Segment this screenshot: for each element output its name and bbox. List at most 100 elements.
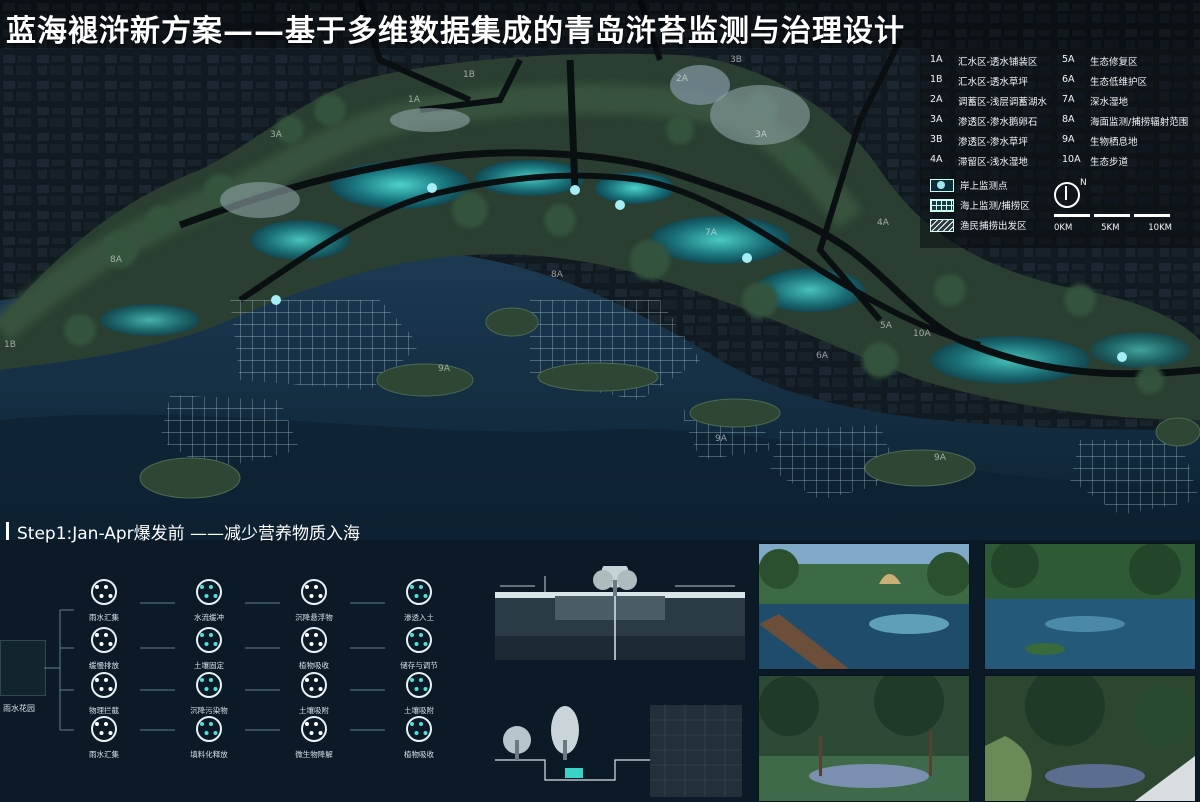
flow-node: 雨水汇集 xyxy=(72,575,136,623)
step-heading-text: Step1:Jan-Apr爆发前 ——减少营养物质入海 xyxy=(17,523,361,544)
legend-symbol-label: 海上监测/捕捞区 xyxy=(960,201,1030,212)
filter-icon xyxy=(91,672,117,698)
map-label-1b-2: 1B xyxy=(4,340,16,350)
map-label-1a: 1A xyxy=(408,95,420,105)
plant-icon xyxy=(406,716,432,742)
infiltration-icon xyxy=(406,579,432,605)
legend-code: 1B xyxy=(930,74,943,85)
flow-node-label: 渗透入土 xyxy=(404,613,434,622)
legend-item: 1B 汇水区-透水草坪 xyxy=(930,74,1058,88)
legend-item: 8A 海面监测/捕捞辐射范围 xyxy=(1062,114,1190,128)
section-drawing-top xyxy=(495,560,745,661)
legend-label: 海面监测/捕捞辐射范围 xyxy=(1090,117,1189,128)
flow-node-label: 沉降悬浮物 xyxy=(295,613,333,622)
scale-tick: 5KM xyxy=(1101,223,1120,233)
sediment-icon xyxy=(196,672,222,698)
legend-code: 3B xyxy=(930,134,943,145)
legend-code: 3A xyxy=(930,114,943,125)
flow-node: 土壤吸附 xyxy=(282,668,346,716)
compass-label: N xyxy=(1080,178,1087,188)
legend-item: 10A 生态步道 xyxy=(1062,154,1190,168)
microbe-icon xyxy=(301,716,327,742)
north-arrow-icon: N xyxy=(1054,178,1087,208)
legend-code: 2A xyxy=(930,94,943,105)
flow-node: 微生物降解 xyxy=(282,712,346,760)
legend-item: 2A 调蓄区-浅层调蓄湖水 xyxy=(930,94,1058,108)
scale-bar: 0KM 5KM 10KM xyxy=(1054,214,1172,233)
legend-item: 7A 深水湿地 xyxy=(1062,94,1190,108)
rain-collect-icon xyxy=(91,716,117,742)
legend-label: 调蓄区-浅层调蓄湖水 xyxy=(958,97,1047,108)
legend-item: 5A 生态修复区 xyxy=(1062,54,1190,68)
legend-label: 汇水区-透水草坪 xyxy=(958,77,1028,88)
legend-label: 生态步道 xyxy=(1090,157,1129,168)
map-label-6a: 6A xyxy=(816,351,828,361)
water-wave-icon xyxy=(196,579,222,605)
legend-label: 渗透区-渗水草坪 xyxy=(958,137,1028,148)
legend-label: 生态低维护区 xyxy=(1090,77,1148,88)
monitor-point-icon xyxy=(930,178,954,192)
flow-node: 缓慢排放 xyxy=(72,623,136,671)
map-label-4a: 4A xyxy=(877,218,889,228)
flow-node: 土壤固定 xyxy=(177,623,241,671)
legend-code: 6A xyxy=(1062,74,1075,85)
legend-symbol-label: 渔民捕捞出发区 xyxy=(960,221,1027,232)
flow-node-label: 水流缓冲 xyxy=(194,613,224,622)
flow-node: 土壤吸附 xyxy=(387,668,451,716)
map-label-3b: 3B xyxy=(730,55,742,65)
flow-node: 植物吸收 xyxy=(387,712,451,760)
recycle-icon xyxy=(196,716,222,742)
map-label-8a-2: 8A xyxy=(110,255,122,265)
map-label-3a-2: 3A xyxy=(755,130,767,140)
legend-item: 9A 生物栖息地 xyxy=(1062,134,1190,148)
flow-node: 填料化释放 xyxy=(177,712,241,760)
scale-tick: 10KM xyxy=(1148,223,1172,233)
flow-node-label: 填料化释放 xyxy=(190,750,228,759)
flow-node-label: 植物吸收 xyxy=(404,750,434,759)
soil-adsorb-icon xyxy=(406,672,432,698)
flow-node: 渗透入土 xyxy=(387,575,451,623)
map-label-3a: 3A xyxy=(270,130,282,140)
soil-adsorb-icon xyxy=(301,672,327,698)
legend-code: 1A xyxy=(930,54,943,65)
step-heading: Step1:Jan-Apr爆发前 ——减少营养物质入海 xyxy=(6,519,361,544)
legend-code: 10A xyxy=(1062,154,1081,165)
map-label-2a: 2A xyxy=(676,74,688,84)
storage-icon xyxy=(406,627,432,653)
slow-release-icon xyxy=(91,627,117,653)
legend-item: 3A 渗透区-渗水鹅卵石 xyxy=(930,114,1058,128)
legend-label: 生态修复区 xyxy=(1090,57,1138,68)
map-label-7a: 7A xyxy=(705,228,717,238)
legend-item: 1A 汇水区-透水铺装区 xyxy=(930,54,1058,68)
flow-node-label: 雨水汇集 xyxy=(89,613,119,622)
flow-node: 沉降悬浮物 xyxy=(282,575,346,623)
section-drawing-bottom xyxy=(495,700,745,798)
legend-label: 汇水区-透水铺装区 xyxy=(958,57,1038,68)
sea-grid-icon xyxy=(930,198,954,212)
flow-node: 水流缓冲 xyxy=(177,575,241,623)
render-photo-lake xyxy=(984,543,1196,670)
render-photo-garden xyxy=(758,675,970,802)
map-label-10a: 10A xyxy=(913,329,931,339)
legend-code: 8A xyxy=(1062,114,1075,125)
legend-label: 滞留区-浅水湿地 xyxy=(958,157,1028,168)
legend-label: 生物栖息地 xyxy=(1090,137,1138,148)
flow-node: 物理拦截 xyxy=(72,668,136,716)
legend-symbol-label: 岸上监测点 xyxy=(960,181,1008,192)
flow-node: 沉降污染物 xyxy=(177,668,241,716)
legend-code: 5A xyxy=(1062,54,1075,65)
poster-title: 蓝海褪浒新方案——基于多维数据集成的青岛浒苔监测与治理设计 xyxy=(6,14,905,49)
map-label-5a: 5A xyxy=(880,321,892,331)
legend-item: 3B 渗透区-渗水草坪 xyxy=(930,134,1058,148)
flow-node: 植物吸收 xyxy=(282,623,346,671)
map-label-1b: 1B xyxy=(463,70,475,80)
rain-collect-icon xyxy=(91,579,117,605)
legend-label: 深水湿地 xyxy=(1090,97,1129,108)
legend-item: 6A 生态低维护区 xyxy=(1062,74,1190,88)
map-label-8a: 8A xyxy=(551,270,563,280)
poster: 1B 1A 2A 3B 3A 3A 4A 7A 8A 8A 9A 9A 9A 6… xyxy=(0,0,1200,802)
map-legend: 1A 汇水区-透水铺装区 5A 生态修复区 1B 汇水区-透水草坪 6A 生态低维护区 … xyxy=(930,54,1192,233)
legend-item: 4A 滞留区-浅水湿地 xyxy=(930,154,1058,168)
map-label-9a-2: 9A xyxy=(715,434,727,444)
map-label-9a: 9A xyxy=(438,364,450,374)
